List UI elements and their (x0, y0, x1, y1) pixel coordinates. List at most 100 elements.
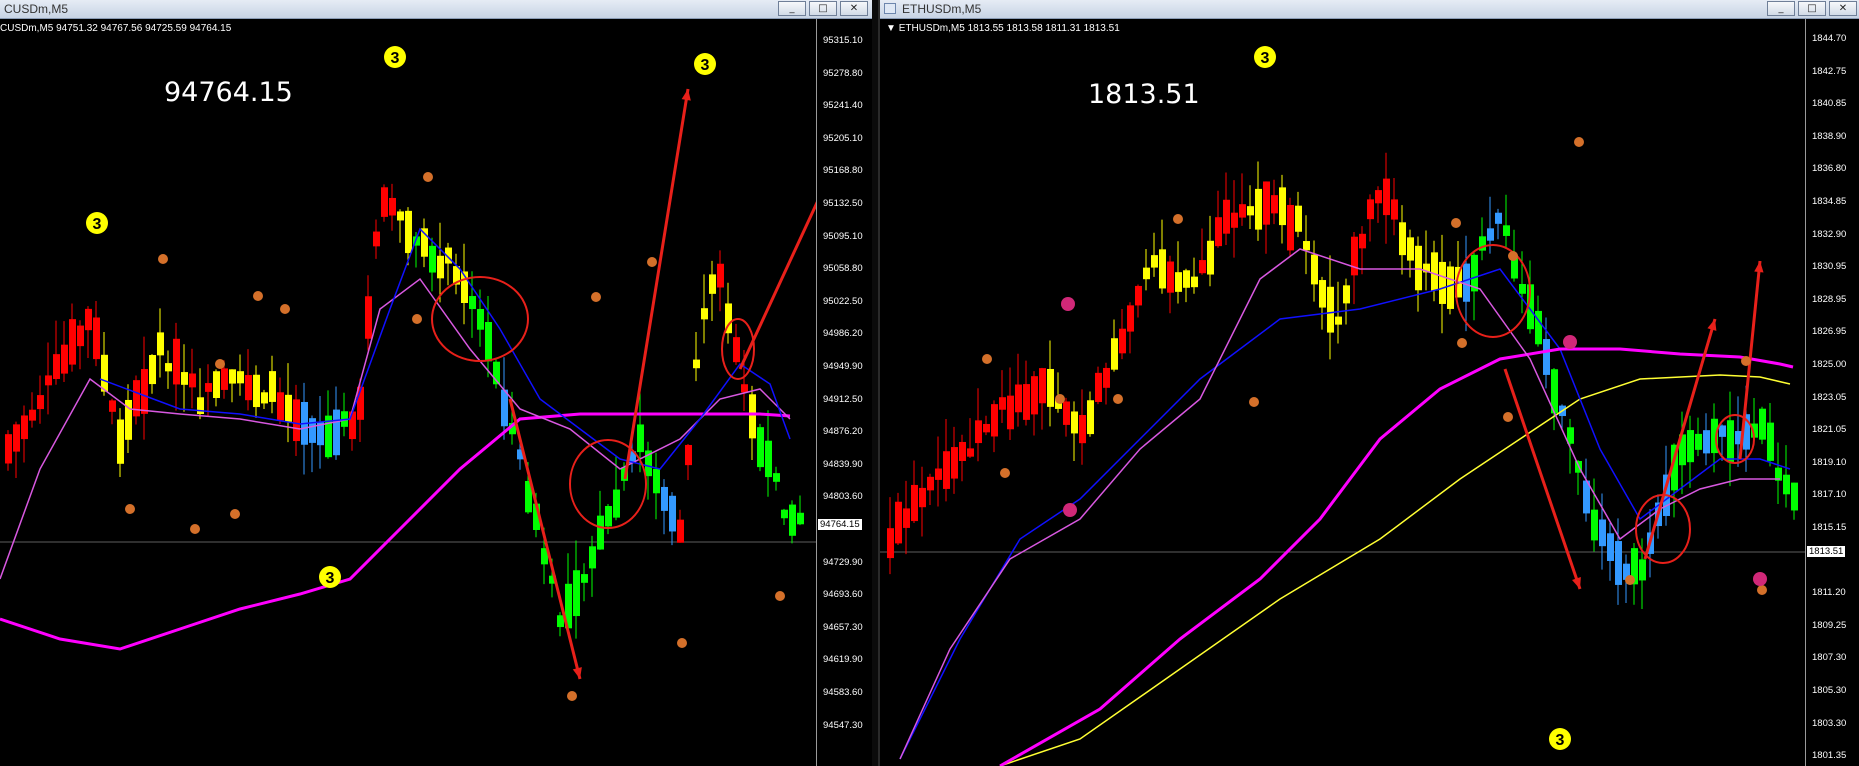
annotation-arrow-head (1572, 577, 1581, 589)
candle-body (741, 384, 748, 393)
moving-average-slow (999, 347, 1794, 766)
price-tick-label: 94583.60 (823, 687, 863, 698)
signal-dot (1055, 394, 1065, 404)
candle-body (1703, 430, 1710, 454)
price-tick-label: 94657.30 (823, 621, 863, 633)
candle-body (1383, 178, 1390, 216)
candle-body (69, 319, 76, 365)
price-tick-label: 1809.25 (1812, 619, 1847, 631)
price-tick-label: 1807.30 (1812, 652, 1847, 664)
candle-body (1007, 395, 1014, 430)
signal-dot (775, 591, 785, 601)
close-button[interactable]: ✕ (1829, 1, 1857, 16)
price-tick-label: 94803.60 (823, 491, 863, 503)
candle-body (1687, 430, 1694, 463)
signal-dot (230, 509, 240, 519)
price-tick-label: 95205.10 (823, 132, 863, 144)
candle-body (1695, 433, 1702, 450)
signal-dot (982, 354, 992, 364)
price-tick-label: 1836.80 (1812, 163, 1847, 175)
candle-body (1391, 199, 1398, 220)
candle-body (1079, 414, 1086, 444)
candle-body (1231, 212, 1238, 228)
left-chart-window[interactable]: CUSDm,M5 _ □ ✕ 3 3 3 3 CUSDm,M5 94751.32 94… (0, 0, 872, 766)
candle-body (1431, 252, 1438, 291)
signal-dot-magenta (1061, 297, 1075, 311)
price-tick-label: 95168.80 (823, 165, 863, 177)
right-ohlc-info: ▼ ETHUSDm,M5 1813.55 1813.58 1811.31 181… (886, 23, 1120, 34)
right-big-price: 1813.51 (1088, 79, 1200, 110)
signal-dot (1757, 585, 1767, 595)
candle-body (77, 325, 84, 347)
right-price-scale[interactable]: 1844.70 1842.75 1840.85 1838.90 1836.80 1834.… (1805, 19, 1859, 766)
signal-dot (158, 254, 168, 264)
wave-marker-label: 3 (391, 50, 400, 67)
minimize-button[interactable]: _ (1767, 1, 1795, 16)
left-title-bar[interactable]: CUSDm,M5 _ □ ✕ (0, 0, 872, 19)
candle-body (397, 211, 404, 221)
price-tick-label: 95058.80 (823, 263, 863, 275)
candle-body (919, 487, 926, 508)
right-chart-window[interactable]: ETHUSDm,M5 _ □ ✕ 33 ▼ ETHUSDm,M5 1813.55… (878, 0, 1859, 766)
maximize-button[interactable]: □ (809, 1, 837, 16)
left-chart-area[interactable]: 3 3 3 3 CUSDm,M5 94751.32 94767.56 94725.59… (0, 19, 872, 766)
candle-body (1599, 519, 1606, 547)
right-candlestick-chart: 33 (880, 46, 1805, 766)
candle-body (717, 263, 724, 288)
price-tick-label: 1819.10 (1812, 456, 1847, 468)
candle-body (959, 441, 966, 462)
minimize-button[interactable]: _ (778, 1, 806, 16)
moving-average-mid (899, 248, 1780, 760)
candle-body (221, 368, 228, 390)
candle-body (349, 411, 356, 440)
right-title-bar[interactable]: ETHUSDm,M5 _ □ ✕ (880, 0, 1859, 19)
price-tick-label: 1834.85 (1812, 196, 1847, 207)
candle-body (1607, 533, 1614, 561)
candle-body (53, 354, 60, 380)
candle-body (1111, 338, 1118, 370)
price-tick-label: 95022.50 (823, 295, 863, 307)
candle-body (469, 296, 476, 310)
candle-body (733, 337, 740, 363)
moving-average-yellow (999, 374, 1791, 766)
candle-body (1287, 204, 1294, 251)
candle-body (773, 473, 780, 482)
candle-body (261, 392, 268, 404)
candle-body (1127, 305, 1134, 332)
signal-dot (280, 304, 290, 314)
right-window-controls: _ □ ✕ (1767, 1, 1857, 16)
candle-body (669, 495, 676, 532)
candle-body (133, 380, 140, 417)
left-candlestick-chart: 3 3 3 3 (0, 46, 816, 701)
candle-body (1223, 199, 1230, 234)
candle-body (589, 546, 596, 569)
candle-body (613, 489, 620, 518)
signal-dot (1503, 412, 1513, 422)
left-price-scale[interactable]: 95315.10 95278.80 95241.40 95205.10 95168.80… (816, 19, 872, 766)
candle-body (269, 371, 276, 402)
candle-body (1271, 195, 1278, 214)
candle-body (685, 444, 692, 466)
price-tick-label: 1844.70 (1812, 33, 1847, 44)
candle-body (1183, 270, 1190, 288)
close-button[interactable]: ✕ (840, 1, 868, 16)
candle-body (1311, 254, 1318, 285)
candle-body (229, 369, 236, 384)
candle-body (1615, 541, 1622, 585)
right-ohlc-text: ETHUSDm,M5 1813.55 1813.58 1811.31 1813.… (898, 23, 1120, 34)
chart-menu-arrow-icon[interactable]: ▼ (886, 23, 899, 34)
candle-body (1151, 255, 1158, 268)
candle-body (1367, 199, 1374, 220)
right-chart-area[interactable]: 33 ▼ ETHUSDm,M5 1813.55 1813.58 1811.31 … (880, 19, 1859, 766)
candle-body (1175, 272, 1182, 292)
candle-body (277, 392, 284, 421)
candle-body (437, 255, 444, 279)
candle-body (149, 354, 156, 385)
price-tick-label: 1823.05 (1812, 391, 1847, 403)
candle-body (1359, 233, 1366, 249)
maximize-button[interactable]: □ (1798, 1, 1826, 16)
candle-body (1759, 408, 1766, 440)
current-price-label: 1813.51 (1807, 546, 1846, 557)
candle-body (1463, 263, 1470, 302)
candle-body (701, 308, 708, 320)
